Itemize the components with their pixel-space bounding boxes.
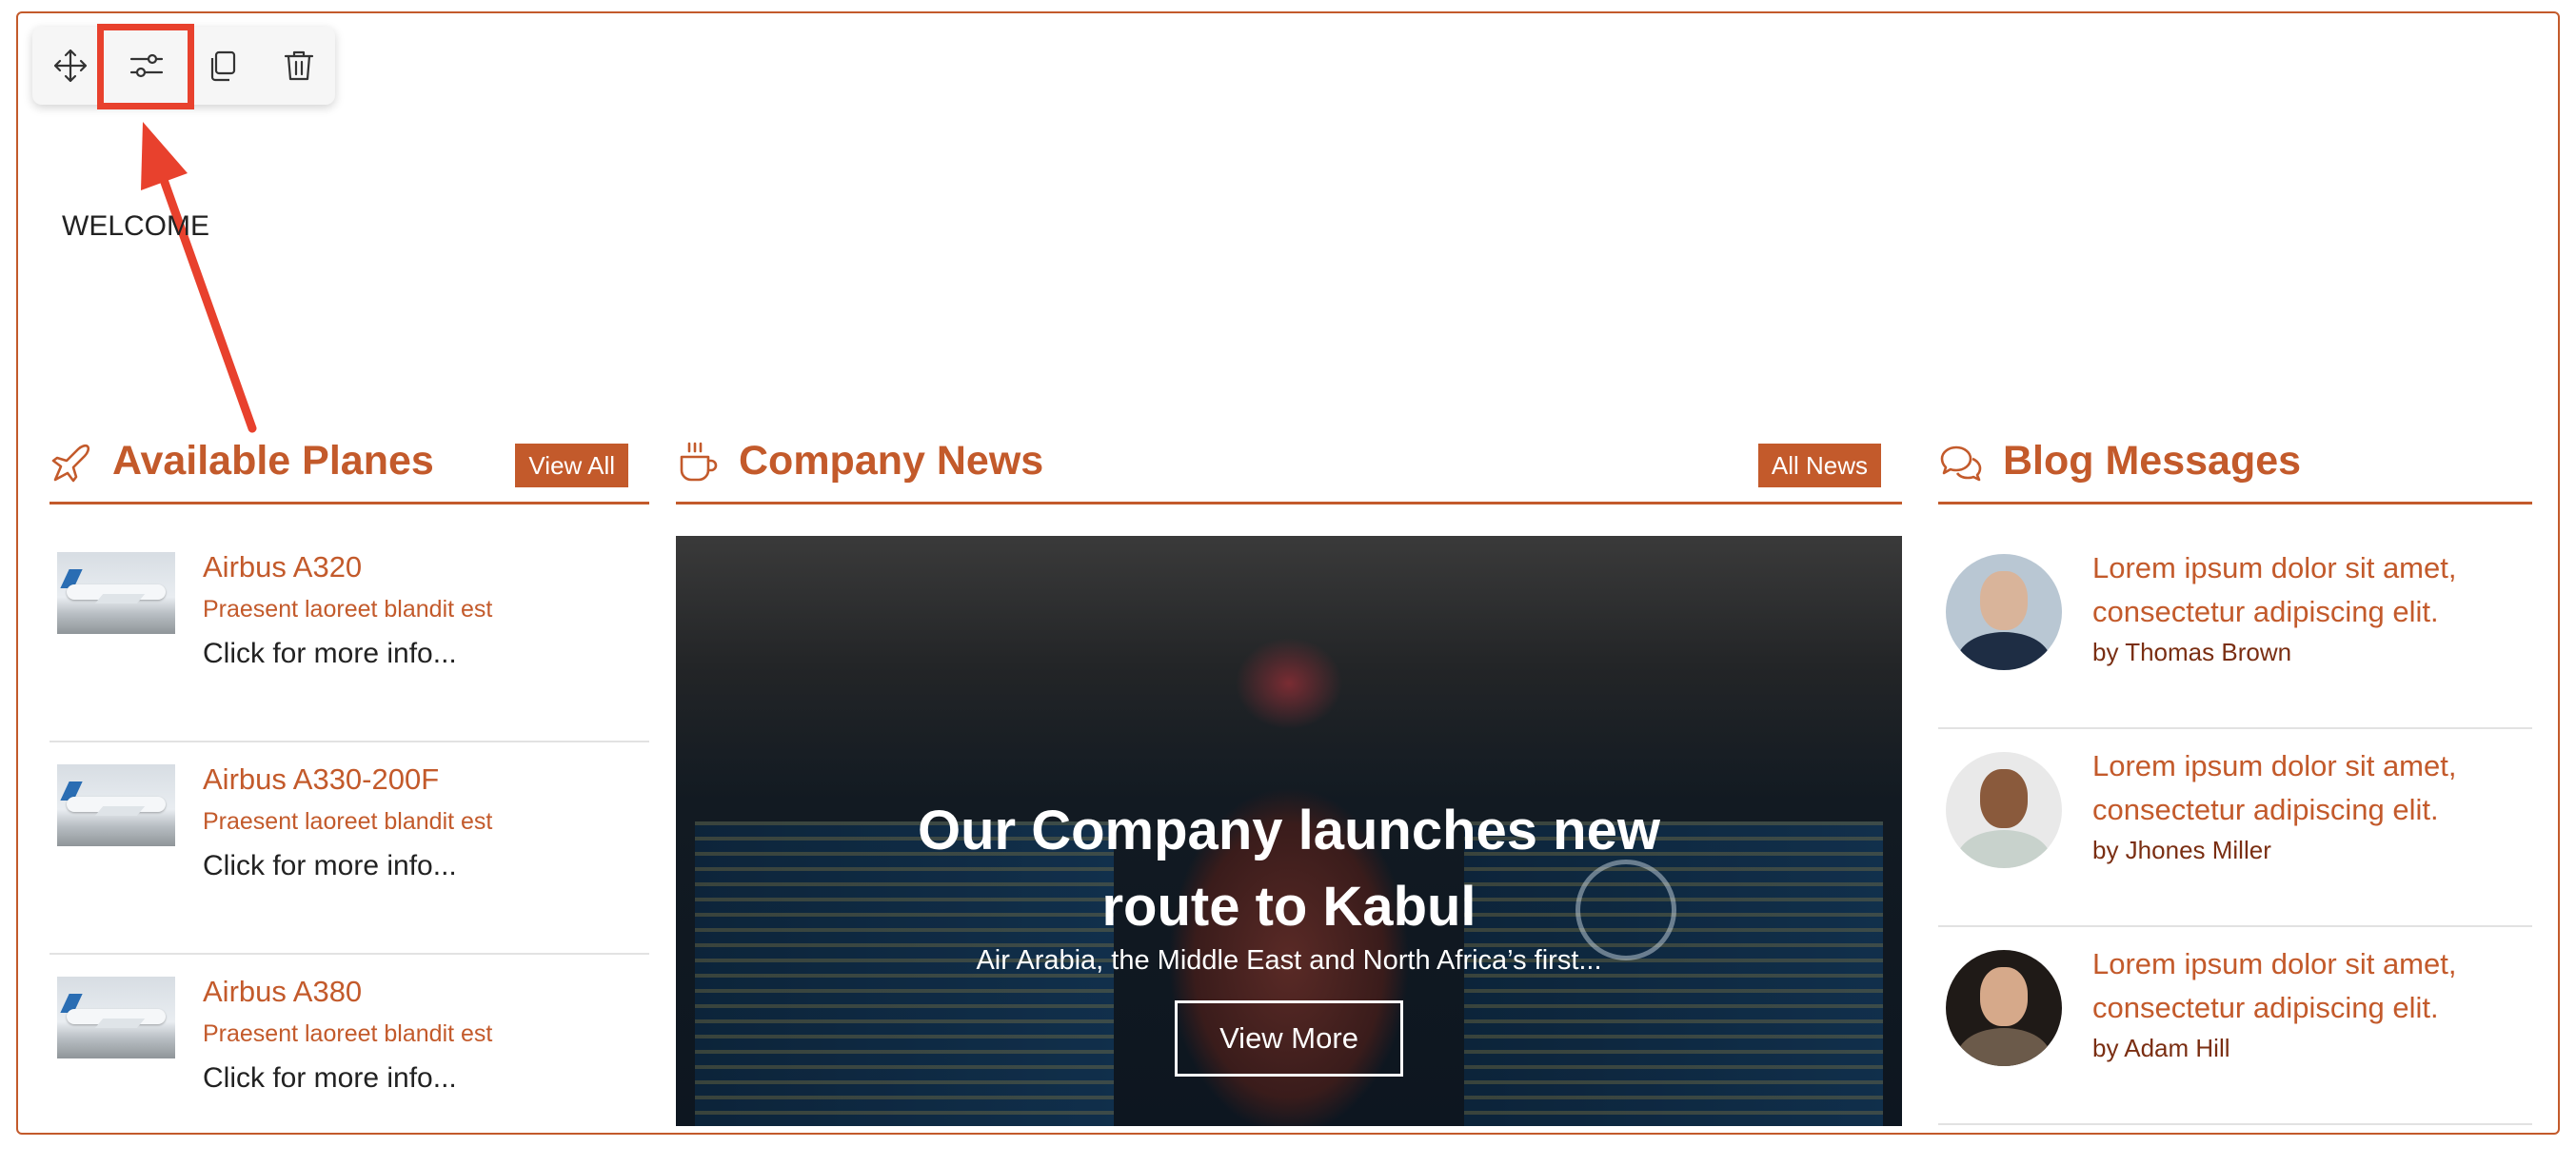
headline-line-1: Our Company launches new bbox=[918, 800, 1660, 861]
news-description: Air Arabia, the Middle East and North Af… bbox=[976, 945, 1602, 976]
blog-author: by Jhones Miller bbox=[2092, 836, 2271, 864]
news-feature[interactable]: Our Company launches new route to Kabul … bbox=[676, 536, 1902, 1126]
highlight-annotation-box bbox=[97, 24, 194, 109]
view-more-button[interactable]: View More bbox=[1175, 1000, 1403, 1077]
plane-image bbox=[57, 977, 175, 1058]
plane-item[interactable]: Airbus A330-200F Praesent laoreet blandi… bbox=[50, 743, 649, 955]
chat-bubbles-icon bbox=[1940, 445, 1982, 482]
welcome-text: WELCOME bbox=[62, 210, 210, 242]
coffee-cup-icon bbox=[680, 442, 718, 482]
trash-icon[interactable] bbox=[261, 27, 337, 105]
blog-header: Blog Messages bbox=[1938, 430, 2532, 504]
duplicate-icon[interactable] bbox=[185, 27, 261, 105]
plane-name[interactable]: Airbus A320 bbox=[203, 550, 362, 584]
more-info-link[interactable]: Click for more info... bbox=[203, 850, 457, 882]
more-info-link[interactable]: Click for more info... bbox=[203, 1062, 457, 1095]
more-info-link[interactable]: Click for more info... bbox=[203, 638, 457, 670]
blog-item[interactable]: Lorem ipsum dolor sit amet, consectetur … bbox=[1938, 531, 2532, 729]
avatar bbox=[1946, 950, 2062, 1066]
blog-text-line: Lorem ipsum dolor sit amet, bbox=[2092, 947, 2457, 980]
plane-image bbox=[57, 764, 175, 846]
blog-text-line: consectetur adipiscing elit. bbox=[2092, 793, 2439, 826]
plane-subtitle: Praesent laoreet blandit est bbox=[203, 1020, 493, 1047]
planes-title: Available Planes bbox=[112, 438, 434, 484]
blog-author: by Adam Hill bbox=[2092, 1034, 2230, 1062]
blog-text-line: consectetur adipiscing elit. bbox=[2092, 595, 2439, 628]
blog-text-line: Lorem ipsum dolor sit amet, bbox=[2092, 551, 2457, 584]
blog-item[interactable]: Lorem ipsum dolor sit amet, consectetur … bbox=[1938, 927, 2532, 1125]
plane-name[interactable]: Airbus A330-200F bbox=[203, 762, 439, 797]
planes-header: Available Planes View All bbox=[50, 430, 649, 504]
plane-item[interactable]: Airbus A380 Praesent laoreet blandit est… bbox=[50, 956, 649, 1167]
plane-image bbox=[57, 552, 175, 634]
blog-text-line: consectetur adipiscing elit. bbox=[2092, 991, 2439, 1024]
news-header: Company News All News bbox=[676, 430, 1902, 504]
plane-name[interactable]: Airbus A380 bbox=[203, 975, 362, 1009]
blog-item[interactable]: Lorem ipsum dolor sit amet, consectetur … bbox=[1938, 729, 2532, 927]
plane-item[interactable]: Airbus A320 Praesent laoreet blandit est… bbox=[50, 531, 649, 742]
news-title: Company News bbox=[739, 438, 1044, 484]
news-headline: Our Company launches new route to Kabul bbox=[676, 793, 1902, 945]
all-news-button[interactable]: All News bbox=[1757, 444, 1881, 487]
blog-text[interactable]: Lorem ipsum dolor sit amet, consectetur … bbox=[2092, 744, 2521, 832]
avatar bbox=[1946, 752, 2062, 868]
avatar bbox=[1946, 554, 2062, 670]
headline-line-2: route to Kabul bbox=[1101, 876, 1476, 938]
blog-title: Blog Messages bbox=[2003, 438, 2302, 484]
airplane-icon bbox=[51, 444, 90, 483]
view-all-button[interactable]: View All bbox=[515, 444, 628, 487]
blog-author: by Thomas Brown bbox=[2092, 638, 2292, 666]
blog-text[interactable]: Lorem ipsum dolor sit amet, consectetur … bbox=[2092, 942, 2521, 1030]
blog-text-line: Lorem ipsum dolor sit amet, bbox=[2092, 749, 2457, 782]
plane-subtitle: Praesent laoreet blandit est bbox=[203, 596, 493, 623]
blog-text[interactable]: Lorem ipsum dolor sit amet, consectetur … bbox=[2092, 546, 2521, 634]
plane-subtitle: Praesent laoreet blandit est bbox=[203, 808, 493, 835]
